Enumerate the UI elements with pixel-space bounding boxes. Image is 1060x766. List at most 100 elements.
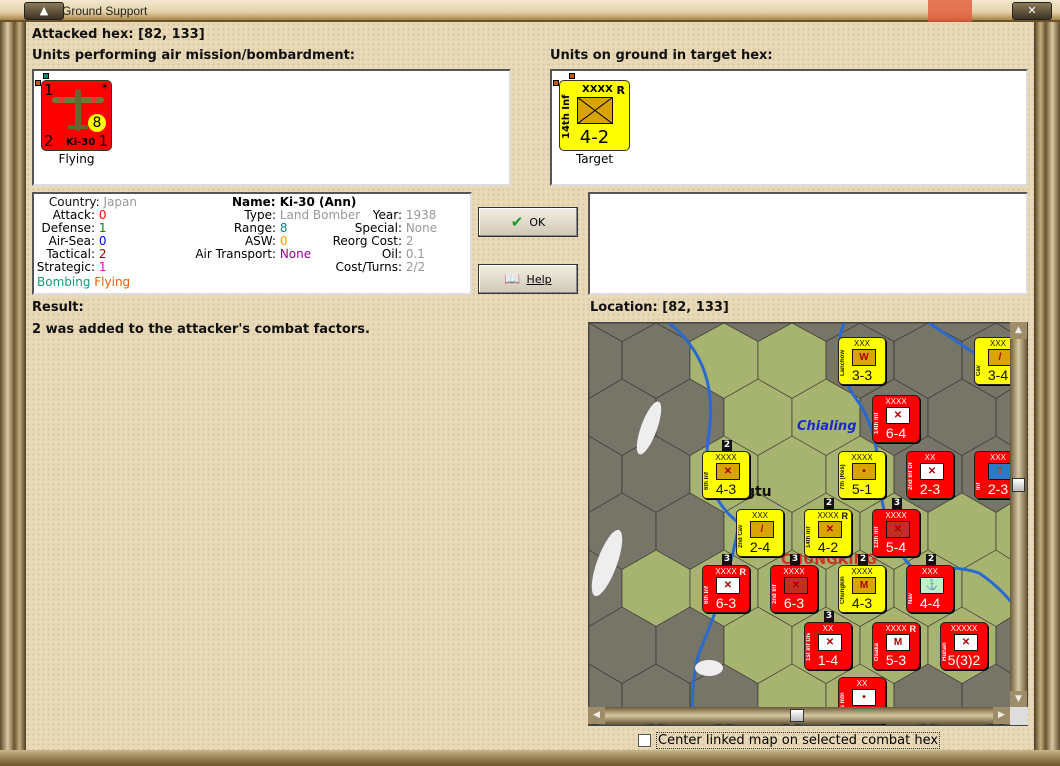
strategic-value: 1 [98, 260, 107, 274]
scroll-up-button[interactable]: ▲ [1010, 322, 1027, 339]
location-map[interactable]: Chialing ngtu CHUNGKING XXX Lanchow Wkl W 3… [588, 322, 1028, 726]
unit-value: 2 [44, 132, 54, 150]
unit-size: XX [856, 679, 868, 688]
bottom-frame [0, 750, 1060, 766]
reserve-flag: R [616, 84, 625, 97]
scroll-down-button[interactable]: ▼ [1010, 691, 1027, 708]
scroll-right-button[interactable]: ▶ [993, 707, 1010, 724]
unit-counter[interactable]: XXXXX Hunan ✕ 5(3)2 [940, 622, 988, 670]
unit-symbol-icon: / [750, 521, 774, 538]
map-horizontal-scrollbar[interactable]: ◀ ▶ [588, 707, 1010, 724]
unit-strength: 2-4 [749, 539, 771, 555]
center-map-checkbox-row[interactable]: Center linked map on selected combat hex [638, 732, 941, 749]
reserve-flag: R [841, 511, 849, 521]
unit-symbol-icon: ✕ [818, 521, 842, 538]
snow [695, 660, 723, 676]
unit-strength: 6-3 [715, 595, 737, 611]
unit-counter[interactable]: XX 2nd Inf Div ✕ 2-3 [906, 451, 954, 499]
collapse-button[interactable]: ▲ [24, 2, 64, 20]
unit-size: XX [822, 624, 834, 633]
unit-counter[interactable]: XXX Lanchow Wkl W 3-3 [838, 337, 886, 385]
help-book-icon: 📖 [504, 271, 521, 287]
unit-size: XX [924, 453, 936, 462]
target-unit-counter[interactable]: 14th Inf XXXX R 4-2 [559, 80, 630, 151]
unit-counter[interactable]: XXXX 2nd Inf ✕ 6-3 [770, 565, 818, 613]
range-value: 8 [279, 221, 288, 235]
infantry-symbol-icon [577, 97, 613, 124]
status-dot [569, 73, 575, 79]
unit-counter[interactable]: XXXX R Osaka M 5-3 [872, 622, 920, 670]
stack-count-badge: 2 [926, 554, 936, 565]
unit-strength: 5-3 [885, 652, 907, 668]
unit-counter[interactable]: XXXX 12th Inf ✕ 5-4 [872, 509, 920, 557]
unit-counter[interactable]: XXXX 6th Inf ✕ 4-3 [702, 451, 750, 499]
unit-size: XXXXX [950, 624, 978, 633]
unit-size: XXXX [851, 453, 873, 462]
ok-button[interactable]: ✔ OK [478, 207, 578, 237]
title-bar: ▲ Ground Support ✕ [0, 0, 1060, 22]
scroll-corner [1010, 707, 1028, 725]
map-vertical-scrollbar[interactable]: ▲ ▼ [1010, 322, 1027, 708]
air-transport-label: Air Transport: [195, 247, 276, 261]
window-title: Ground Support [62, 4, 148, 18]
unit-counter[interactable]: XXXX R 6th Inf ✕ 6-3 [702, 565, 750, 613]
unit-symbol-icon: ✕ [920, 463, 944, 480]
defense-value: 1 [98, 221, 107, 235]
unit-status: Flying [58, 152, 95, 166]
defenders-list[interactable]: 14th Inf XXXX R 4-2 Target [550, 69, 1028, 186]
unit-strength: 3-3 [851, 367, 873, 383]
unit-counter[interactable]: XXXX R 14th Inf ✕ 4-2 [804, 509, 852, 557]
center-map-checkbox[interactable] [638, 734, 651, 747]
defenders-label: Units on ground in target hex: [550, 48, 773, 63]
close-button[interactable]: ✕ [1012, 2, 1052, 20]
stack-count-badge: 2 [858, 554, 868, 565]
unit-strength: 1-4 [817, 652, 839, 668]
scroll-thumb[interactable] [1012, 478, 1025, 492]
air-unit-counter[interactable]: 1 * 8 2 Ki-30 1 [41, 80, 112, 151]
unit-counter[interactable]: XXX Nav ⚓ 4-4 [906, 565, 954, 613]
unit-size: XXXX [582, 84, 613, 95]
unit-strength: 4-3 [851, 595, 873, 611]
unit-counter[interactable]: XXXX 14th Inf ✕ 6-4 [872, 395, 920, 443]
unit-symbol-icon: ✕ [886, 521, 910, 538]
stack-count-badge: 2 [824, 498, 834, 509]
scroll-left-button[interactable]: ◀ [588, 707, 605, 724]
unit-counter[interactable]: XXXX Chungking M 4-3 [838, 565, 886, 613]
tactical-value: 2 [98, 247, 107, 261]
right-frame [1034, 22, 1060, 750]
unit-symbol-icon: / [988, 349, 1012, 366]
unit-strength: 4-4 [919, 595, 941, 611]
unit-symbol-icon: W [852, 349, 876, 366]
unit-symbol-icon: ✕ [716, 463, 740, 480]
unit-size: XXXX [783, 567, 805, 576]
oil-value: 0.1 [405, 247, 425, 261]
unit-symbol-icon: M [886, 634, 910, 651]
stack-count-badge: 3 [722, 554, 732, 565]
stack-count-badge: 2 [722, 440, 732, 451]
unit-strength: 4-3 [715, 481, 737, 497]
unit-symbol-icon: M [852, 577, 876, 594]
strategic-label: Strategic: [36, 260, 95, 274]
reserve-flag: R [909, 624, 917, 634]
unit-symbol-icon: ✕ [716, 577, 740, 594]
help-label: Help [526, 272, 552, 286]
cost-value: 2/2 [405, 260, 426, 274]
unit-counter[interactable]: XXX 2nd Cav/2-4 [736, 509, 784, 557]
cost-label: Cost/Turns: [335, 260, 402, 274]
unit-counter[interactable]: XX 1st Inf Div ✕ 1-4 [804, 622, 852, 670]
help-button[interactable]: 📖 Help [478, 264, 578, 294]
air-sea-value: 0 [98, 234, 107, 248]
country-label: Country: [48, 195, 100, 209]
unit-counter[interactable]: XXXX 7th (Res) • 5-1 [838, 451, 886, 499]
year-value: 1938 [405, 208, 437, 222]
checkmark-icon: ✔ [510, 213, 524, 231]
unit-strength: 2-3 [919, 481, 941, 497]
unit-strength: 6-4 [885, 425, 907, 441]
scroll-thumb[interactable] [790, 709, 804, 722]
unit-size: XXXX [851, 567, 873, 576]
attacked-hex-label: Attacked hex: [82, 133] [32, 27, 205, 42]
unit-size: XXXX [885, 511, 907, 520]
location-label: Location: [82, 133] [590, 300, 729, 315]
unit-strength: 6-3 [783, 595, 805, 611]
attackers-list[interactable]: 1 * 8 2 Ki-30 1 Flying [32, 69, 511, 186]
